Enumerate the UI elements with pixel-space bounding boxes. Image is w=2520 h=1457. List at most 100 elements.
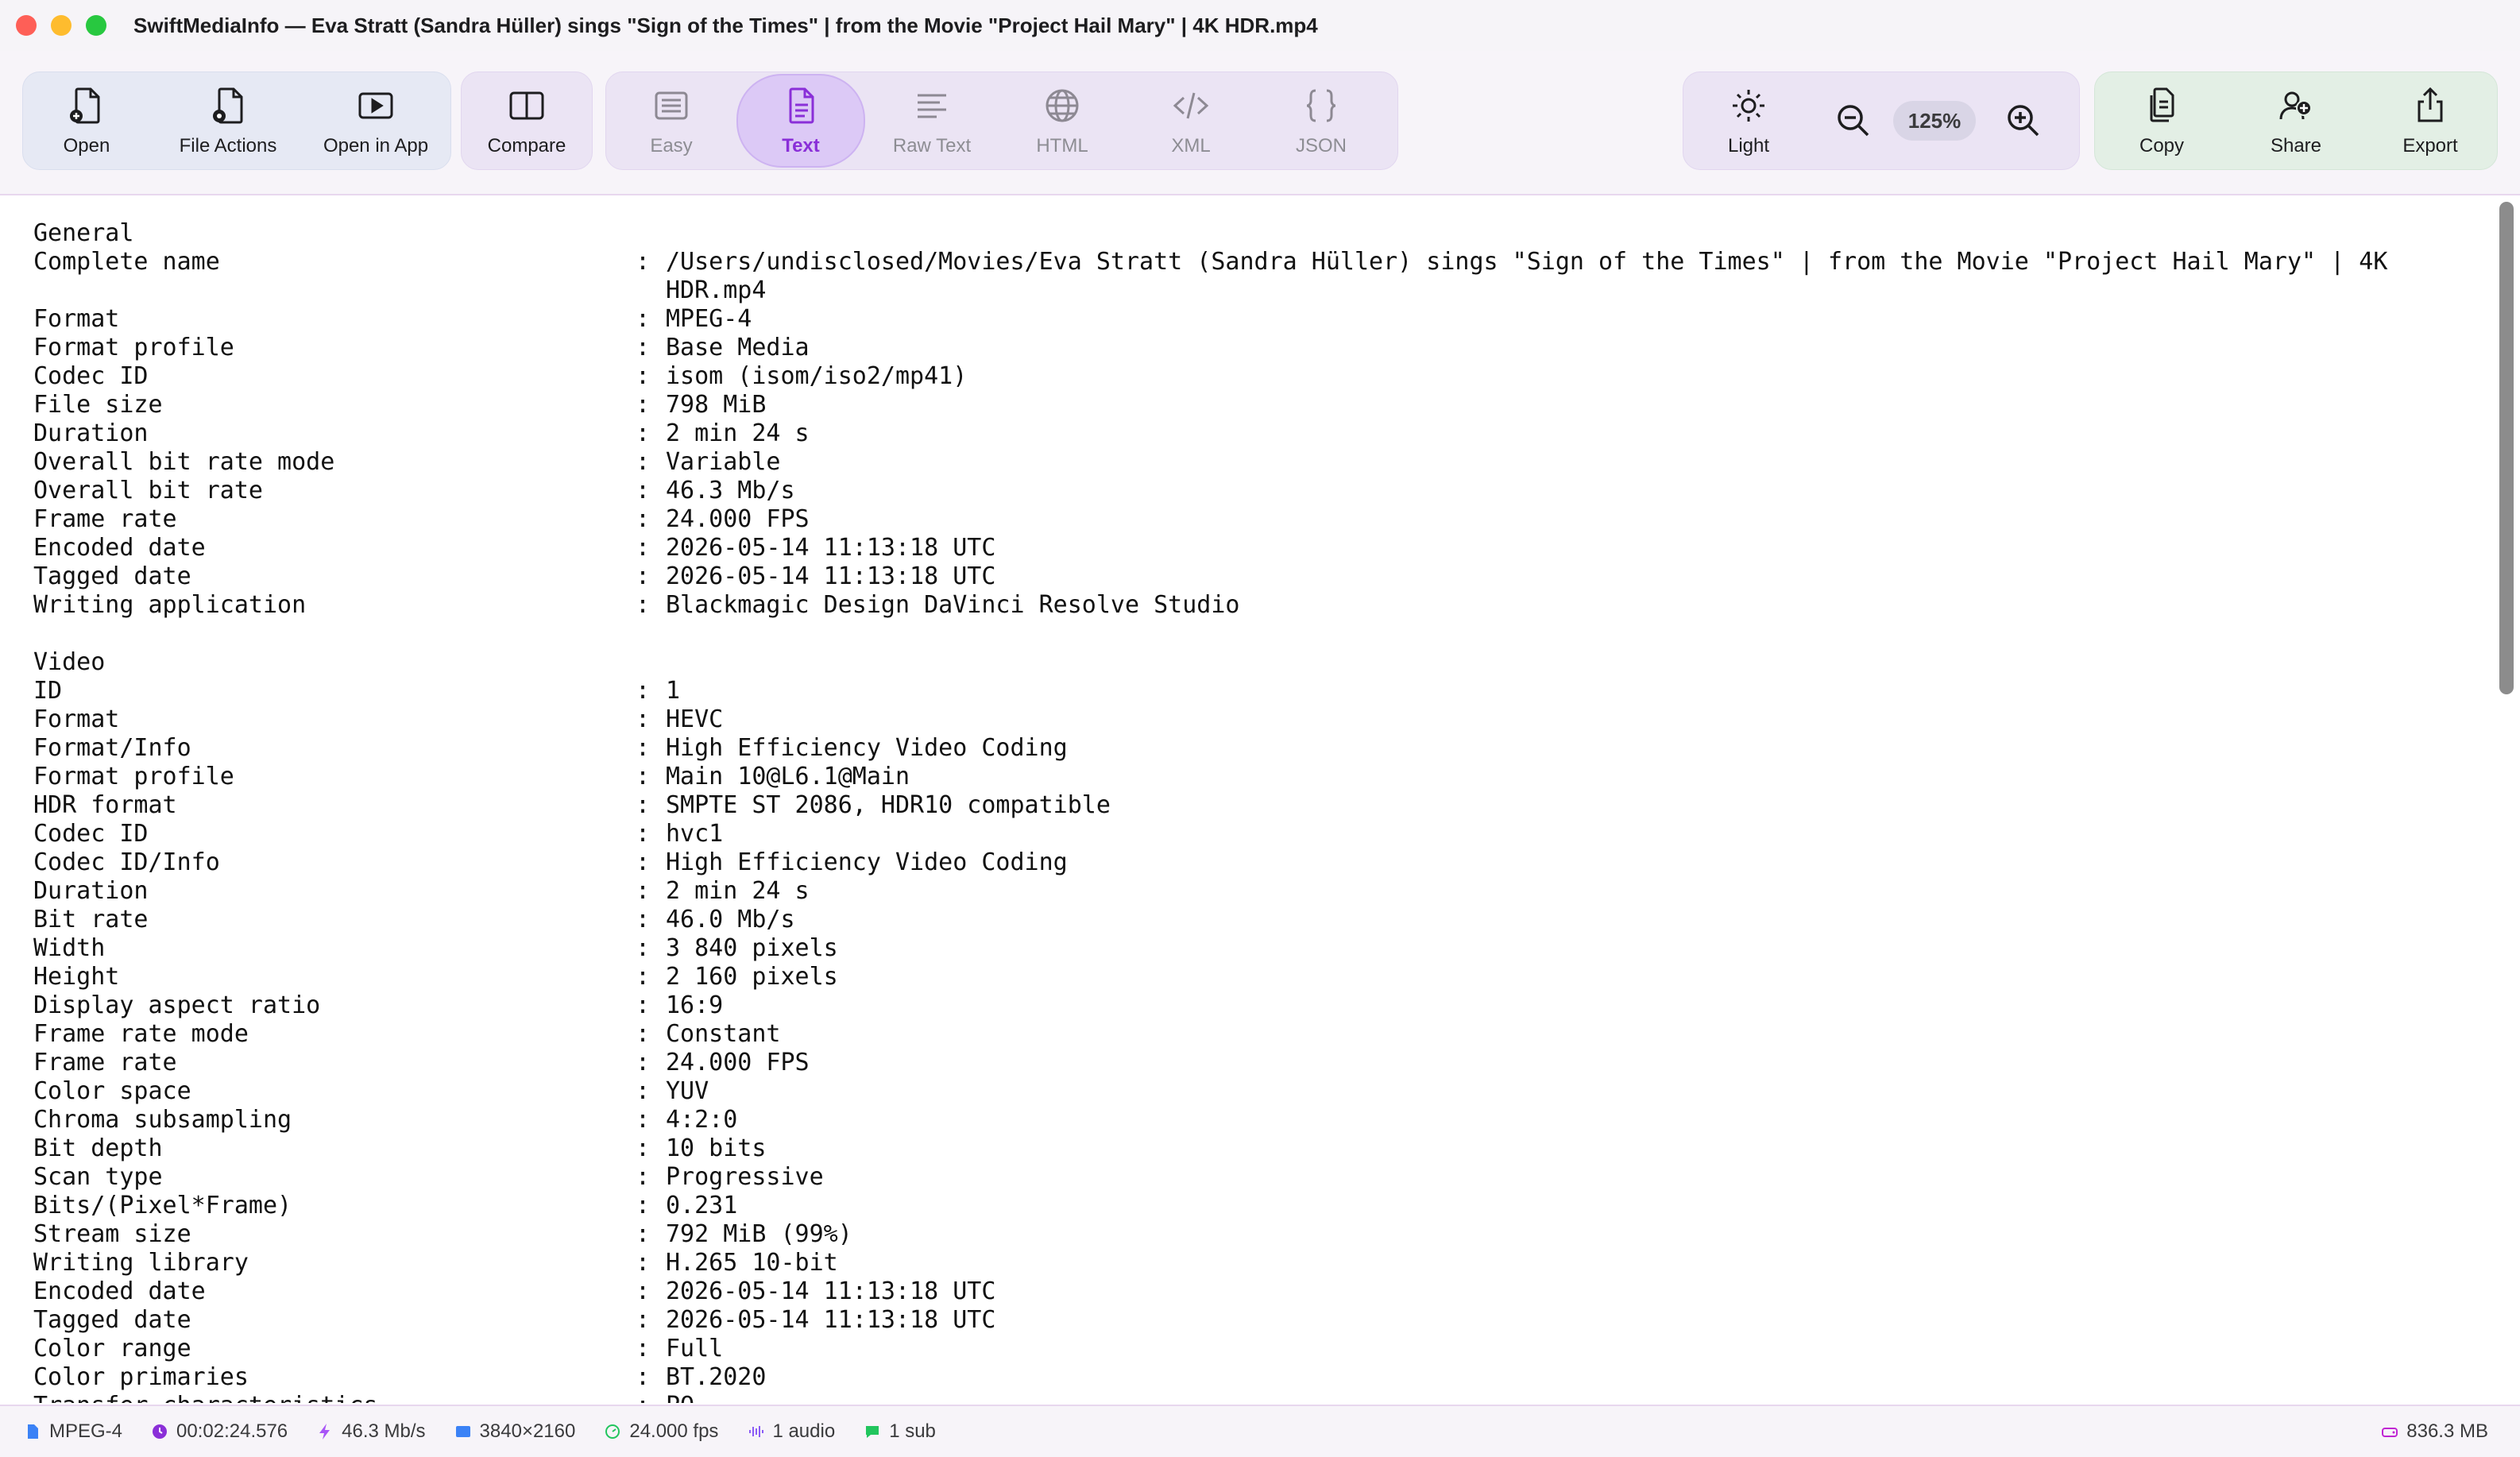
speedometer-icon [605,1424,620,1439]
field-label: Codec ID [33,362,149,390]
field-separator: : [636,534,651,562]
section-heading: Video [33,648,106,676]
status-subs-text: 1 sub [889,1420,936,1442]
view-raw-text-button[interactable]: Raw Text [865,75,999,166]
window-title: SwiftMediaInfo — Eva Stratt (Sandra Hüll… [133,13,1318,37]
report-row: Writing application: Blackmagic Design Da… [33,591,2456,620]
field-value: 3 840 pixels [666,934,838,962]
field-value: 798 MiB [666,391,767,419]
status-bitrate-text: 46.3 Mb/s [342,1420,426,1442]
report-row: Transfer characteristics:PQ [33,1392,2456,1403]
report-view[interactable]: General Complete name: /Users/undisclosed/… [0,195,2520,1403]
field-label: Transfer characteristics [33,1392,636,1403]
field-label: Format profile [33,334,234,361]
field-value: 2026-05-14 11:13:18 UTC [666,1277,996,1305]
field-value: 16:9 [666,991,724,1019]
copy-button[interactable]: Copy [2095,75,2228,166]
waveform-icon [749,1426,764,1437]
view-html-button[interactable]: HTML [999,75,1126,166]
field-separator: : [636,820,651,848]
field-separator: : [636,505,651,533]
zoom-window-button[interactable] [86,15,106,36]
field-separator: : [636,477,651,504]
status-resolution-text: 3840×2160 [479,1420,576,1442]
view-xml-button[interactable]: XML [1126,75,1256,166]
export-button[interactable]: Export [2363,75,2497,166]
field-label: Encoded date [33,534,206,562]
view-easy-button[interactable]: Easy [606,75,736,166]
field-separator: : [636,1306,651,1334]
field-value: 0.231 [666,1192,738,1219]
field-label: Encoded date [33,1277,206,1305]
field-separator: : [636,1049,651,1076]
report-row: Chroma subsampling:4:2:0 [33,1106,2456,1134]
field-label: File size [33,391,163,419]
compare-label: Compare [487,135,566,157]
field-separator: : [636,963,651,991]
field-label: Codec ID/Info [33,848,220,876]
status-subs: 1 sub [864,1420,936,1443]
report-row: Overall bit rate:46.3 Mb/s [33,477,2456,505]
report-row: Complete name: /Users/undisclosed/Movies/… [33,248,2456,305]
minimize-window-button[interactable] [51,15,72,36]
field-label: Display aspect ratio [33,991,321,1019]
field-value: Base Media [666,334,810,361]
field-value: High Efficiency Video Coding [666,848,1068,876]
field-label: Frame rate [33,505,177,533]
compare-button[interactable]: Compare [462,75,592,166]
view-mode-group: Easy Text Raw Text HTML XML JSON [605,71,1398,170]
report-row: Scan type: Progressive [33,1163,2456,1192]
field-value: isom (isom/iso2/mp41) [666,362,968,390]
field-label: Format/Info [33,734,191,762]
view-easy-label: Easy [650,135,693,157]
zoom-in-button[interactable] [1976,75,2071,166]
field-label: Complete name [33,248,220,276]
field-value: BT.2020 [666,1363,767,1391]
field-value: HEVC [666,705,724,733]
field-value: PQ [666,1392,2456,1403]
open-button[interactable]: Open [23,75,150,166]
report-row: Codec ID: hvc1 [33,820,2456,848]
field-value: Blackmagic Design DaVinci Resolve Studio [666,591,1240,619]
status-fps-text: 24.000 fps [629,1420,719,1442]
field-label: Duration [33,419,149,447]
report-row: Color primaries: BT.2020 [33,1363,2456,1392]
field-value: 46.3 Mb/s [666,477,795,504]
close-window-button[interactable] [16,15,37,36]
scrollbar-thumb[interactable] [2499,202,2514,694]
status-duration-text: 00:02:24.576 [176,1420,288,1442]
report-row: Frame rate:24.000 FPS [33,1049,2456,1077]
report-row: Overall bit rate mode: Variable [33,448,2456,477]
view-xml-label: XML [1171,135,1211,157]
globe-icon [1045,89,1079,122]
field-value: /Users/undisclosed/Movies/Eva Stratt (Sa… [666,248,2388,304]
field-separator: : [636,1220,651,1248]
field-label: Duration [33,877,149,905]
theme-button[interactable]: Light [1683,75,1814,166]
report-row: Format: MPEG-4 [33,305,2456,334]
share-up-icon [2418,87,2443,122]
zoom-out-button[interactable] [1814,75,1893,166]
magnifier-minus-icon [1838,105,1869,137]
zoom-level: 125% [1893,101,1976,141]
status-duration: 00:02:24.576 [151,1420,288,1443]
magnifier-plus-icon [2008,105,2039,137]
output-group: Copy Share Export [2094,71,2498,170]
field-value: 4:2:0 [666,1106,738,1134]
field-separator: : [636,362,651,390]
status-audio-text: 1 audio [772,1420,836,1442]
field-value: Full [666,1335,724,1362]
open-in-app-button[interactable]: Open in App [306,75,446,166]
view-json-button[interactable]: JSON [1256,75,1386,166]
status-resolution: 3840×2160 [454,1420,576,1443]
share-button[interactable]: Share [2228,75,2363,166]
view-text-button[interactable]: Text [736,74,865,168]
field-separator: : [636,934,651,962]
list-rectangle-icon [655,91,688,120]
file-actions-button[interactable]: File Actions [150,75,306,166]
report-row: ID:1 [33,677,2456,705]
view-json-label: JSON [1295,135,1347,157]
open-in-app-label: Open in App [323,135,429,157]
theme-label: Light [1727,135,1770,157]
field-value: Main 10@L6.1@Main [666,763,910,790]
